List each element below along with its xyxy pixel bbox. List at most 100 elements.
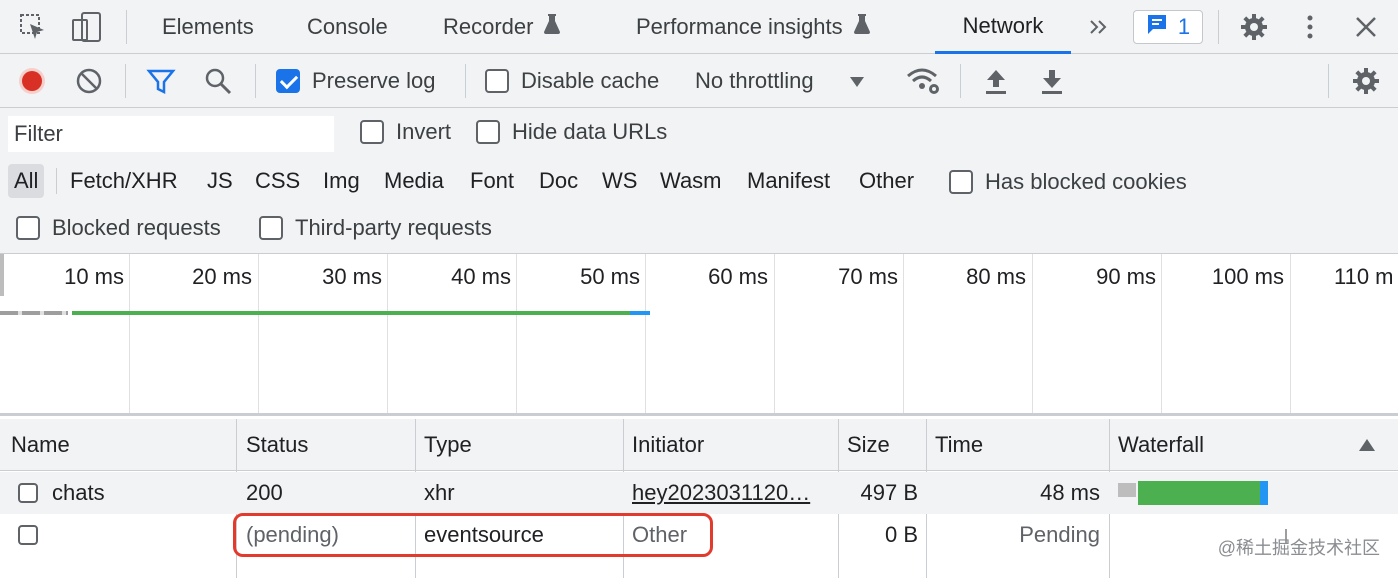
- more-options-icon[interactable]: [1302, 0, 1318, 54]
- device-toolbar-icon[interactable]: [70, 0, 104, 54]
- column-header-time[interactable]: Time: [935, 419, 983, 471]
- request-type: xhr: [424, 480, 455, 505]
- overview-drag-handle[interactable]: [0, 254, 4, 296]
- request-size: 497 B: [860, 480, 919, 505]
- tab-elements[interactable]: Elements: [162, 0, 254, 54]
- column-header-type[interactable]: Type: [424, 419, 472, 471]
- tab-console[interactable]: Console: [307, 0, 388, 54]
- search-icon[interactable]: [203, 54, 233, 108]
- devtools-tab-bar: Elements Console Recorder Performance in…: [0, 0, 1398, 54]
- third-party-requests-label: Third-party requests: [295, 215, 492, 240]
- disable-cache-label: Disable cache: [521, 68, 660, 93]
- clear-icon[interactable]: [75, 54, 103, 108]
- blocked-requests-label: Blocked requests: [52, 215, 221, 240]
- record-button[interactable]: [17, 54, 47, 108]
- column-header-name[interactable]: Name: [11, 419, 70, 471]
- network-conditions-wifi-icon[interactable]: [906, 54, 942, 108]
- disable-cache-checkbox[interactable]: Disable cache: [485, 54, 659, 108]
- has-blocked-cookies-checkbox[interactable]: Has blocked cookies: [949, 168, 1187, 196]
- tab-elements-label: Elements: [162, 14, 254, 39]
- table-row[interactable]: chats 200 xhr hey2023031120… 497 B 48 ms: [0, 472, 1398, 514]
- type-filter-doc[interactable]: Doc: [539, 164, 578, 198]
- waterfall-waiting-bar: [1138, 481, 1260, 505]
- hide-data-urls-check[interactable]: [476, 120, 500, 144]
- request-initiator-link[interactable]: hey2023031120…: [632, 472, 832, 514]
- request-table-header: Name Status Type Initiator Size Time Wat…: [0, 419, 1398, 471]
- third-party-requests-checkbox[interactable]: Third-party requests: [259, 214, 492, 242]
- invert-checkbox[interactable]: Invert: [360, 118, 451, 146]
- type-filter-manifest[interactable]: Manifest: [747, 164, 830, 198]
- overview-queue-bar: [0, 311, 68, 315]
- tab-network-label: Network: [962, 12, 1044, 38]
- type-filter-all[interactable]: All: [8, 164, 45, 198]
- row-checkbox[interactable]: [18, 472, 38, 514]
- type-filter-other[interactable]: Other: [859, 164, 914, 198]
- tab-performance-insights[interactable]: Performance insights: [636, 0, 871, 54]
- network-overview-timeline[interactable]: 10 ms 20 ms 30 ms 40 ms 50 ms 60 ms 70 m…: [0, 254, 1398, 416]
- hide-data-urls-checkbox[interactable]: Hide data URLs: [476, 118, 667, 146]
- column-header-size[interactable]: Size: [847, 419, 890, 471]
- column-header-initiator[interactable]: Initiator: [632, 419, 704, 471]
- timeline-tick: 90 ms: [1096, 264, 1156, 289]
- more-tabs-chevron-icon[interactable]: [1088, 0, 1110, 54]
- type-filter-media[interactable]: Media: [384, 164, 444, 198]
- column-header-waterfall[interactable]: Waterfall: [1118, 419, 1204, 471]
- flask-icon: [543, 13, 561, 41]
- timeline-tick: 80 ms: [966, 264, 1026, 289]
- timeline-tick: 60 ms: [708, 264, 768, 289]
- throttling-value: No throttling: [695, 68, 814, 93]
- preserve-log-label: Preserve log: [312, 68, 436, 93]
- has-blocked-cookies-label: Has blocked cookies: [985, 169, 1187, 194]
- issues-badge[interactable]: 1: [1133, 10, 1203, 44]
- invert-label: Invert: [396, 119, 452, 144]
- request-time: 48 ms: [1040, 480, 1100, 505]
- request-size: 0 B: [884, 522, 918, 547]
- export-har-download-icon[interactable]: [1039, 54, 1065, 108]
- preserve-log-checkbox[interactable]: Preserve log: [276, 54, 436, 108]
- preserve-log-check[interactable]: [276, 69, 300, 93]
- watermark: @稀土掘金技术社区: [1217, 538, 1380, 558]
- type-filter-img[interactable]: Img: [323, 164, 360, 198]
- tab-performance-insights-label: Performance insights: [636, 14, 843, 39]
- network-settings-gear-icon[interactable]: [1351, 54, 1381, 108]
- import-har-upload-icon[interactable]: [983, 54, 1009, 108]
- inspect-element-icon[interactable]: [18, 0, 48, 54]
- invert-check[interactable]: [360, 120, 384, 144]
- flask-icon: [853, 13, 871, 41]
- type-filter-font[interactable]: Font: [470, 164, 514, 198]
- blocked-requests-check[interactable]: [16, 216, 40, 240]
- filter-funnel-icon[interactable]: [146, 54, 176, 108]
- timeline-tick: 100 ms: [1211, 264, 1284, 289]
- settings-gear-icon[interactable]: [1239, 0, 1269, 54]
- type-filter-fetch-xhr[interactable]: Fetch/XHR: [70, 164, 178, 198]
- disable-cache-check[interactable]: [485, 69, 509, 93]
- row-checkbox[interactable]: [18, 514, 38, 556]
- hide-data-urls-label: Hide data URLs: [512, 119, 668, 144]
- request-status: 200: [246, 480, 283, 505]
- issues-count: 1: [1177, 14, 1191, 39]
- request-name[interactable]: chats: [52, 472, 105, 514]
- type-filter-css[interactable]: CSS: [255, 164, 300, 198]
- tab-console-label: Console: [307, 14, 388, 39]
- timeline-tick: 20 ms: [192, 264, 252, 289]
- type-filter-js[interactable]: JS: [207, 164, 233, 198]
- type-filter-ws[interactable]: WS: [602, 164, 637, 198]
- waterfall-queue-bar: [1118, 483, 1136, 497]
- waterfall-download-bar: [1260, 481, 1268, 505]
- tab-recorder[interactable]: Recorder: [443, 0, 561, 54]
- overview-download-bar: [630, 311, 650, 315]
- filter-input[interactable]: [8, 116, 334, 152]
- filter-area: Invert Hide data URLs All Fetch/XHR JS C…: [0, 108, 1398, 254]
- sort-ascending-icon[interactable]: [1358, 419, 1376, 471]
- pending-request-highlight: [233, 513, 713, 557]
- type-filter-wasm[interactable]: Wasm: [660, 164, 722, 198]
- throttling-select[interactable]: No throttling: [695, 54, 864, 108]
- has-blocked-cookies-check[interactable]: [949, 170, 973, 194]
- tab-network[interactable]: Network: [935, 0, 1071, 54]
- blocked-requests-checkbox[interactable]: Blocked requests: [16, 214, 221, 242]
- close-icon[interactable]: [1354, 0, 1378, 54]
- timeline-tick: 40 ms: [451, 264, 511, 289]
- column-header-status[interactable]: Status: [246, 419, 308, 471]
- request-time: Pending: [1019, 522, 1100, 547]
- third-party-requests-check[interactable]: [259, 216, 283, 240]
